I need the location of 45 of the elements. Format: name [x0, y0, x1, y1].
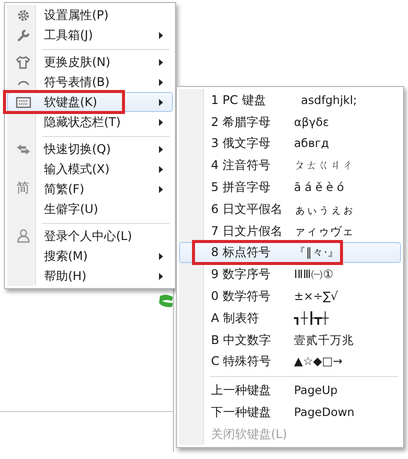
shirt-icon [16, 56, 30, 68]
switch-arrows-icon [16, 144, 30, 154]
menu-item[interactable]: B 中文数字 壹贰千万兆 [179, 328, 401, 351]
simplified-icon: 简 [16, 182, 30, 196]
menu-item[interactable]: 1 PC 键盘 asdfghjkl; [179, 89, 401, 111]
menu-item[interactable]: 5 拼音字母 ā á ě è ó [179, 176, 401, 198]
menu-item[interactable]: 帮助(H) [7, 266, 173, 286]
menu-item[interactable]: 3 俄文字母 абвгд [179, 132, 401, 154]
menu-item[interactable]: 搜索(M) [7, 246, 173, 266]
submenu-arrow-icon [159, 32, 163, 38]
menu-item[interactable]: 更换皮肤(N) [7, 45, 173, 72]
menu-item[interactable]: 工具箱(J) [7, 25, 173, 45]
menu-item[interactable]: 9 数字序号 ⅠⅡⅢ㈠① [179, 263, 401, 286]
menu-item[interactable]: 设置属性(P) [7, 5, 173, 25]
submenu-arrow-icon [159, 252, 163, 260]
logo-icon [158, 294, 174, 308]
menu-item[interactable]: 4 注音符号 ㄆㄊㄍㄐㄔ [179, 154, 401, 176]
menu-item[interactable]: 输入模式(X) [7, 159, 173, 179]
user-icon [16, 229, 30, 243]
submenu-arrow-icon [159, 118, 163, 126]
menu-item[interactable]: 下一种键盘 PageDown [179, 401, 401, 423]
menu-item[interactable]: 登录个人中心(L) [7, 219, 173, 246]
menu-item[interactable]: A 制表符 ┓┼┠┳┼ [179, 306, 401, 329]
menu-item[interactable]: 0 数学符号 ±×÷∑√ [179, 285, 401, 307]
menu-item[interactable]: 隐藏状态栏(T) [7, 112, 173, 132]
submenu-arrow-icon [159, 98, 163, 106]
submenu-arrow-icon [159, 78, 163, 86]
wrench-icon [16, 28, 30, 42]
menu-item[interactable]: 快速切换(Q) [7, 132, 173, 159]
submenu-arrow-icon [159, 186, 163, 192]
menu-item[interactable]: 简 简繁(F) [7, 179, 173, 199]
submenu-arrow-icon [159, 146, 163, 152]
menu-item[interactable]: 生僻字(U) [7, 199, 173, 219]
menu-item[interactable]: C 特殊符号 ▲☆◆□→ [179, 350, 401, 372]
settings-icon [16, 8, 30, 22]
submenu-arrow-icon [159, 58, 163, 66]
submenu-arrow-icon [159, 166, 163, 172]
menu-item[interactable]: 软键盘(K) [7, 92, 173, 112]
menu-item[interactable]: 上一种键盘 PageUp [179, 372, 401, 402]
menu-item[interactable]: 7 日文片假名 ァィゥヴェ [179, 220, 401, 242]
keyboard-icon [16, 96, 30, 108]
menu-item[interactable]: 符号表情(B) [7, 72, 173, 92]
submenu-arrow-icon [159, 272, 163, 280]
menu-item[interactable]: 2 希腊字母 αβγδε [179, 110, 401, 133]
menu-item[interactable]: 6 日文平假名 ぁぃぅぇぉ [179, 198, 401, 220]
